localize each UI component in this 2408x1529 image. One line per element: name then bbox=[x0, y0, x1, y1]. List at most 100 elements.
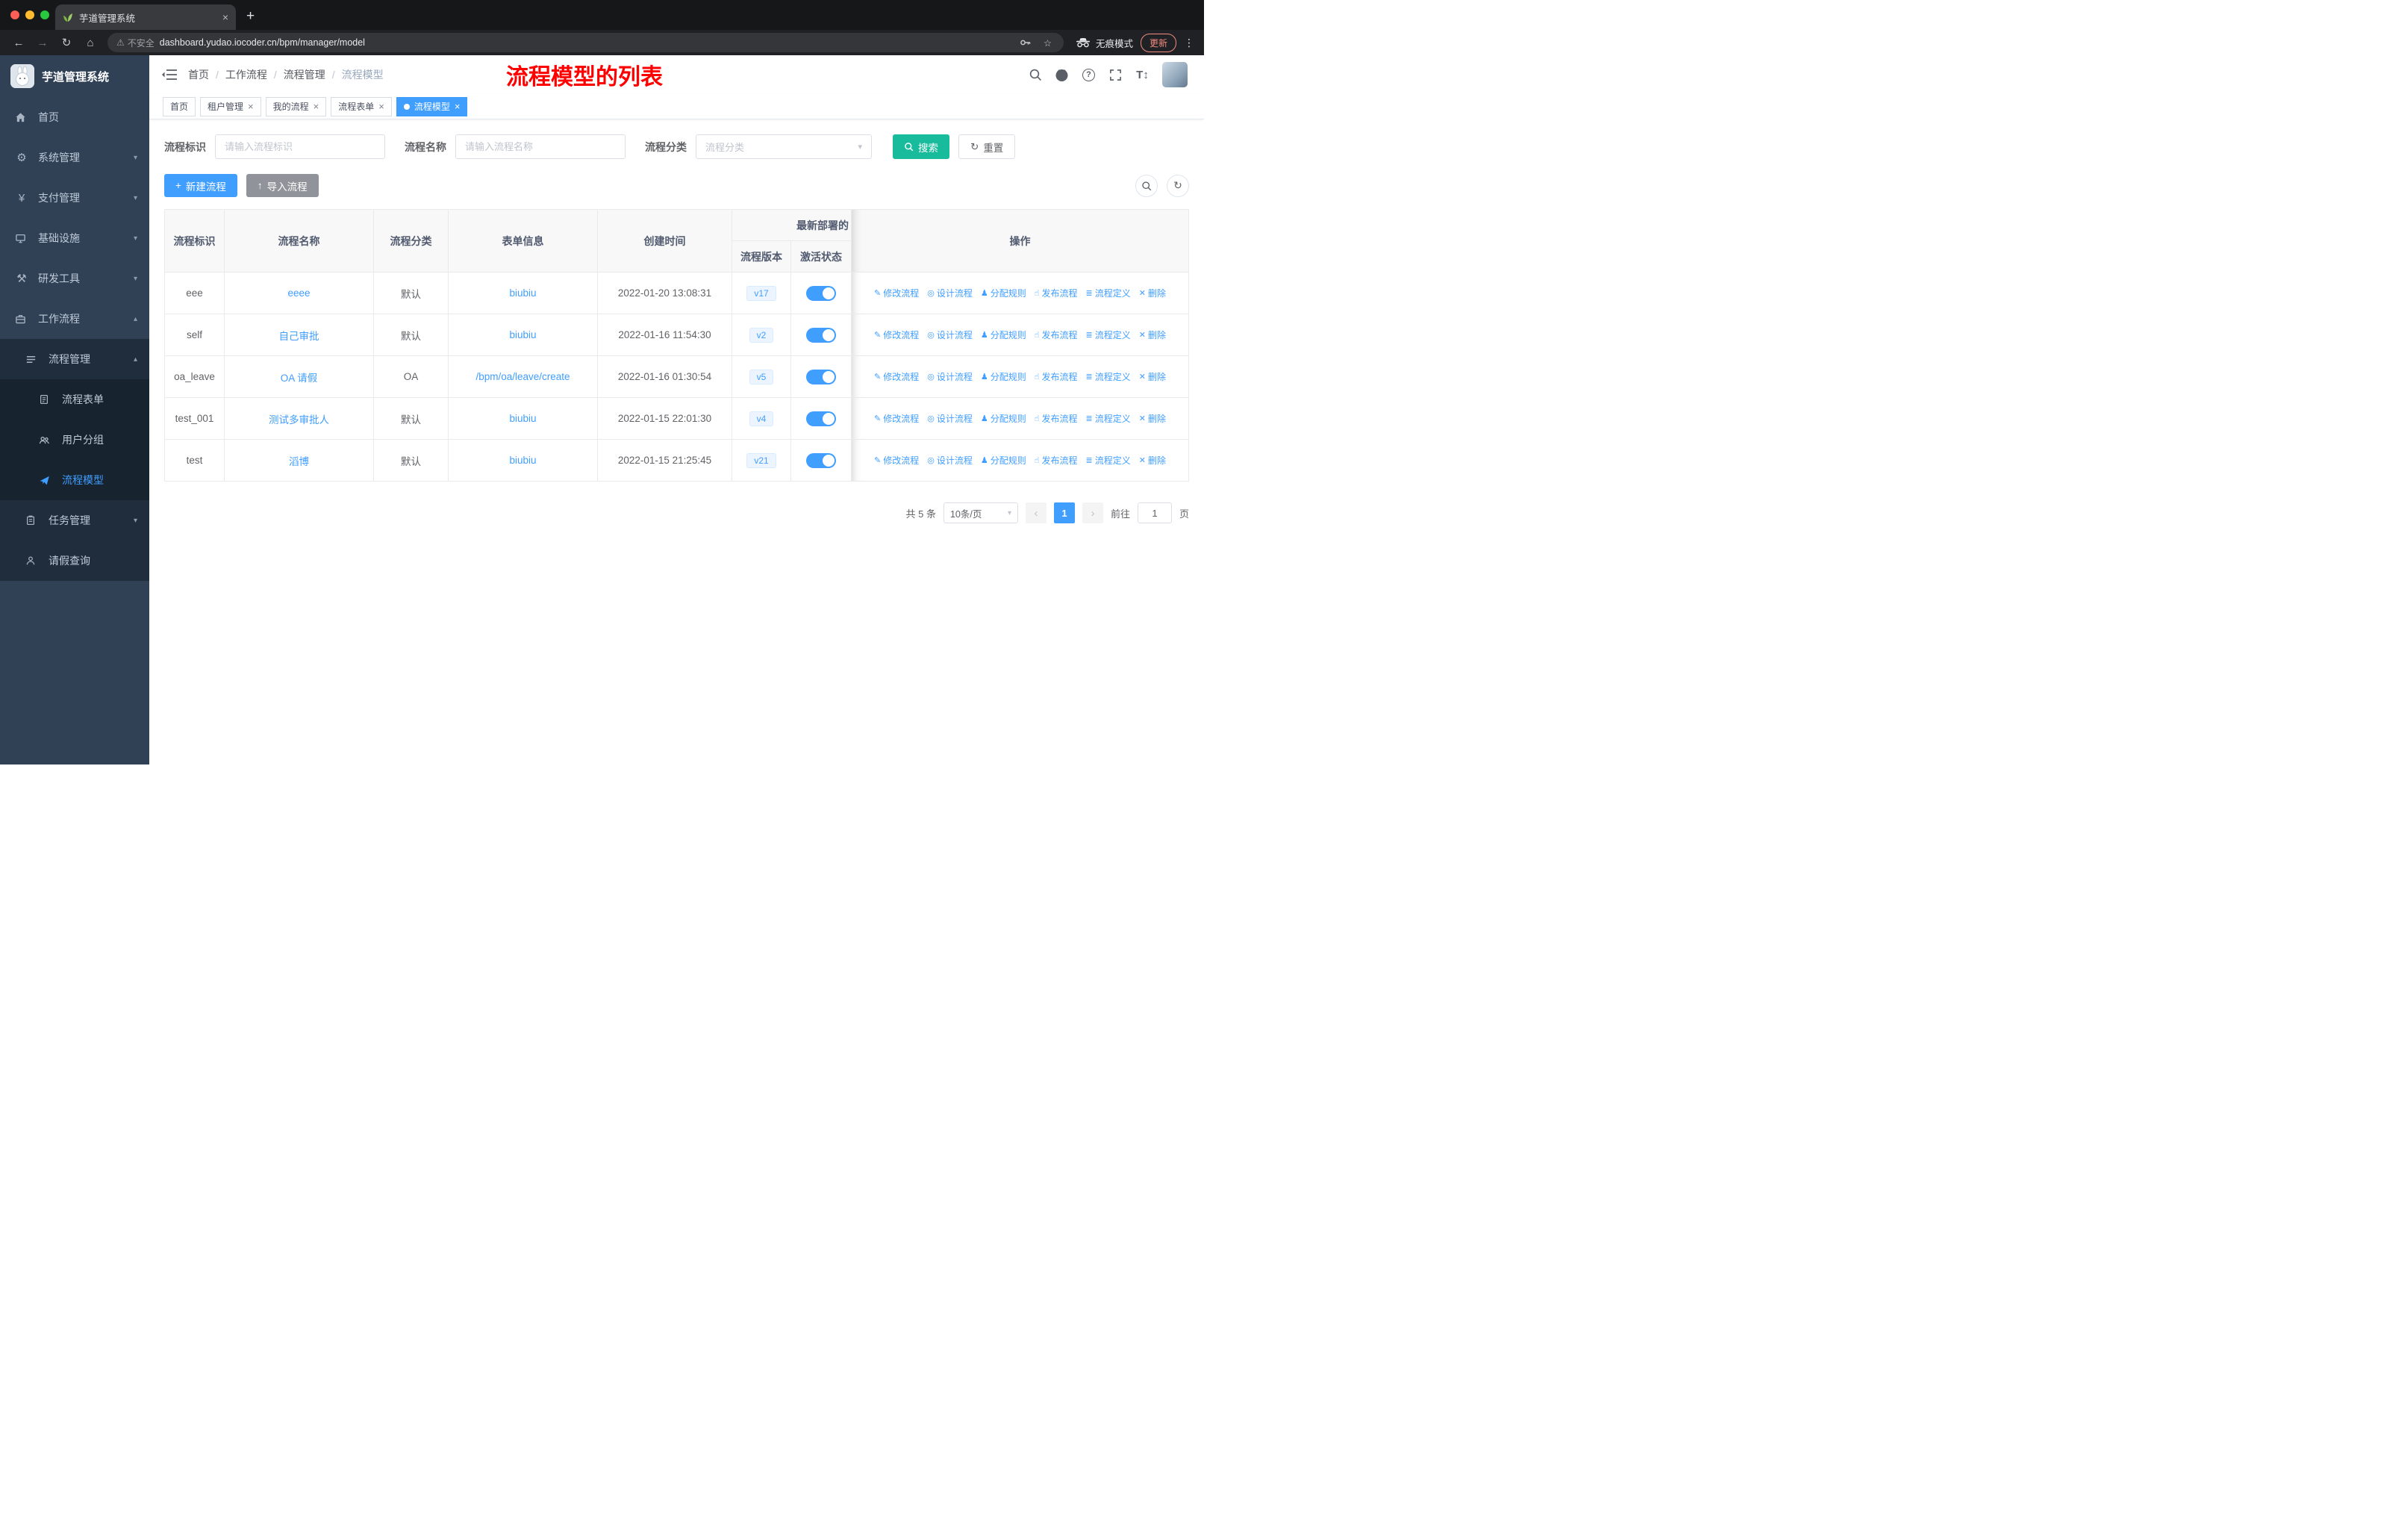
row-action-definition[interactable]: ≣ 流程定义 bbox=[1086, 287, 1131, 299]
sidebar-item-devtools[interactable]: ⚒ 研发工具 ▾ bbox=[0, 258, 149, 299]
prev-page-button[interactable]: ‹ bbox=[1025, 502, 1047, 523]
forward-icon[interactable]: → bbox=[33, 37, 52, 49]
create-process-button[interactable]: + 新建流程 bbox=[164, 174, 237, 197]
font-size-icon[interactable]: T↕ bbox=[1135, 68, 1150, 82]
active-toggle[interactable] bbox=[806, 327, 836, 343]
row-action-edit[interactable]: ✎ 修改流程 bbox=[874, 370, 919, 383]
tag-process-form[interactable]: 流程表单 × bbox=[331, 96, 392, 116]
process-name-link[interactable]: 自己审批 bbox=[279, 331, 319, 342]
row-action-edit[interactable]: ✎ 修改流程 bbox=[874, 287, 919, 299]
process-name-link[interactable]: eeee bbox=[287, 287, 310, 299]
row-action-publish[interactable]: ☝ 发布流程 bbox=[1035, 370, 1078, 383]
tag-close-icon[interactable]: × bbox=[378, 101, 384, 112]
sidebar-item-home[interactable]: 首页 bbox=[0, 97, 149, 137]
bookmark-star-icon[interactable]: ☆ bbox=[1041, 36, 1055, 50]
breadcrumb-item[interactable]: 流程管理 bbox=[284, 67, 325, 82]
form-info-link[interactable]: /bpm/oa/leave/create bbox=[475, 371, 570, 382]
help-icon[interactable]: ? bbox=[1082, 68, 1096, 82]
process-category-select[interactable]: 流程分类 ▾ bbox=[696, 134, 872, 159]
breadcrumb-item[interactable]: 首页 bbox=[188, 67, 209, 82]
security-warning[interactable]: ⚠ 不安全 bbox=[116, 37, 155, 49]
fullscreen-icon[interactable] bbox=[1108, 68, 1123, 82]
sidebar-item-task-mgmt[interactable]: 任务管理 ▾ bbox=[0, 500, 149, 541]
browser-tab[interactable]: 芋道管理系统 × bbox=[55, 4, 236, 30]
tag-my-process[interactable]: 我的流程 × bbox=[265, 96, 327, 116]
row-action-definition[interactable]: ≣ 流程定义 bbox=[1086, 454, 1131, 467]
sidebar-item-process-model[interactable]: 流程模型 bbox=[0, 460, 149, 500]
row-action-assign[interactable]: ♟ 分配规则 bbox=[981, 412, 1026, 425]
minimize-window-button[interactable] bbox=[25, 10, 34, 19]
sidebar-item-payment[interactable]: ¥ 支付管理 ▾ bbox=[0, 178, 149, 218]
import-process-button[interactable]: ↑ 导入流程 bbox=[246, 174, 319, 197]
row-action-assign[interactable]: ♟ 分配规则 bbox=[981, 328, 1026, 341]
row-action-publish[interactable]: ☝ 发布流程 bbox=[1035, 454, 1078, 467]
back-icon[interactable]: ← bbox=[9, 37, 28, 49]
new-tab-button[interactable]: + bbox=[246, 8, 255, 25]
row-action-assign[interactable]: ♟ 分配规则 bbox=[981, 454, 1026, 467]
row-action-definition[interactable]: ≣ 流程定义 bbox=[1086, 370, 1131, 383]
page-number-current[interactable]: 1 bbox=[1053, 502, 1075, 523]
row-action-delete[interactable]: ✕ 删除 bbox=[1139, 287, 1166, 299]
row-action-edit[interactable]: ✎ 修改流程 bbox=[874, 412, 919, 425]
row-action-design[interactable]: ◎ 设计流程 bbox=[927, 328, 973, 341]
search-icon[interactable] bbox=[1028, 68, 1042, 82]
password-key-icon[interactable] bbox=[1019, 36, 1033, 50]
sidebar-item-process-form[interactable]: 流程表单 bbox=[0, 379, 149, 420]
row-action-edit[interactable]: ✎ 修改流程 bbox=[874, 454, 919, 467]
row-action-design[interactable]: ◎ 设计流程 bbox=[927, 412, 973, 425]
breadcrumb-item[interactable]: 工作流程 bbox=[225, 67, 267, 82]
tag-home[interactable]: 首页 bbox=[163, 96, 196, 116]
row-action-definition[interactable]: ≣ 流程定义 bbox=[1086, 328, 1131, 341]
tag-close-icon[interactable]: × bbox=[248, 101, 254, 112]
table-search-button[interactable] bbox=[1135, 174, 1158, 197]
active-toggle[interactable] bbox=[806, 411, 836, 426]
reset-button[interactable]: ↻ 重置 bbox=[958, 134, 1016, 159]
row-action-delete[interactable]: ✕ 删除 bbox=[1139, 370, 1166, 383]
next-page-button[interactable]: › bbox=[1082, 502, 1103, 523]
page-size-select[interactable]: 10条/页 ▾ bbox=[943, 502, 1018, 523]
form-info-link[interactable]: biubiu bbox=[509, 413, 536, 424]
user-avatar[interactable] bbox=[1162, 62, 1188, 87]
sidebar-item-process-mgmt[interactable]: 流程管理 ▴ bbox=[0, 339, 149, 379]
collapse-sidebar-icon[interactable] bbox=[161, 68, 178, 81]
process-id-input[interactable] bbox=[215, 134, 385, 159]
tag-close-icon[interactable]: × bbox=[455, 101, 461, 112]
tag-process-model[interactable]: 流程模型 × bbox=[396, 96, 468, 116]
github-icon[interactable] bbox=[1055, 68, 1069, 82]
row-action-assign[interactable]: ♟ 分配规则 bbox=[981, 287, 1026, 299]
row-action-publish[interactable]: ☝ 发布流程 bbox=[1035, 412, 1078, 425]
active-toggle[interactable] bbox=[806, 369, 836, 384]
row-action-publish[interactable]: ☝ 发布流程 bbox=[1035, 287, 1078, 299]
row-action-delete[interactable]: ✕ 删除 bbox=[1139, 412, 1166, 425]
zoom-window-button[interactable] bbox=[40, 10, 49, 19]
row-action-delete[interactable]: ✕ 删除 bbox=[1139, 328, 1166, 341]
sidebar-item-infra[interactable]: 基础设施 ▾ bbox=[0, 218, 149, 258]
process-name-link[interactable]: 滔博 bbox=[289, 456, 309, 467]
sidebar-item-system[interactable]: ⚙ 系统管理 ▾ bbox=[0, 137, 149, 178]
address-bar[interactable]: ⚠ 不安全 dashboard.yudao.iocoder.cn/bpm/man… bbox=[107, 33, 1064, 52]
goto-page-input[interactable] bbox=[1137, 502, 1172, 523]
tab-close-icon[interactable]: × bbox=[222, 11, 228, 23]
process-name-link[interactable]: OA 请假 bbox=[281, 373, 318, 384]
search-button[interactable]: 搜索 bbox=[893, 134, 949, 159]
process-name-input[interactable] bbox=[455, 134, 626, 159]
form-info-link[interactable]: biubiu bbox=[509, 329, 536, 340]
reload-icon[interactable]: ↻ bbox=[57, 36, 76, 49]
row-action-delete[interactable]: ✕ 删除 bbox=[1139, 454, 1166, 467]
active-toggle[interactable] bbox=[806, 452, 836, 468]
browser-menu-icon[interactable]: ⋮ bbox=[1184, 37, 1195, 49]
row-action-design[interactable]: ◎ 设计流程 bbox=[927, 454, 973, 467]
sidebar-item-workflow[interactable]: 工作流程 ▴ bbox=[0, 299, 149, 339]
browser-update-button[interactable]: 更新 bbox=[1140, 33, 1176, 52]
form-info-link[interactable]: biubiu bbox=[509, 287, 536, 299]
sidebar-item-leave-query[interactable]: 请假查询 bbox=[0, 541, 149, 581]
form-info-link[interactable]: biubiu bbox=[509, 455, 536, 466]
tag-tenant[interactable]: 租户管理 × bbox=[200, 96, 261, 116]
table-refresh-button[interactable]: ↻ bbox=[1167, 174, 1189, 197]
home-icon[interactable]: ⌂ bbox=[81, 37, 100, 49]
sidebar-item-user-group[interactable]: 用户分组 bbox=[0, 420, 149, 460]
row-action-publish[interactable]: ☝ 发布流程 bbox=[1035, 328, 1078, 341]
active-toggle[interactable] bbox=[806, 285, 836, 301]
close-window-button[interactable] bbox=[10, 10, 19, 19]
row-action-assign[interactable]: ♟ 分配规则 bbox=[981, 370, 1026, 383]
